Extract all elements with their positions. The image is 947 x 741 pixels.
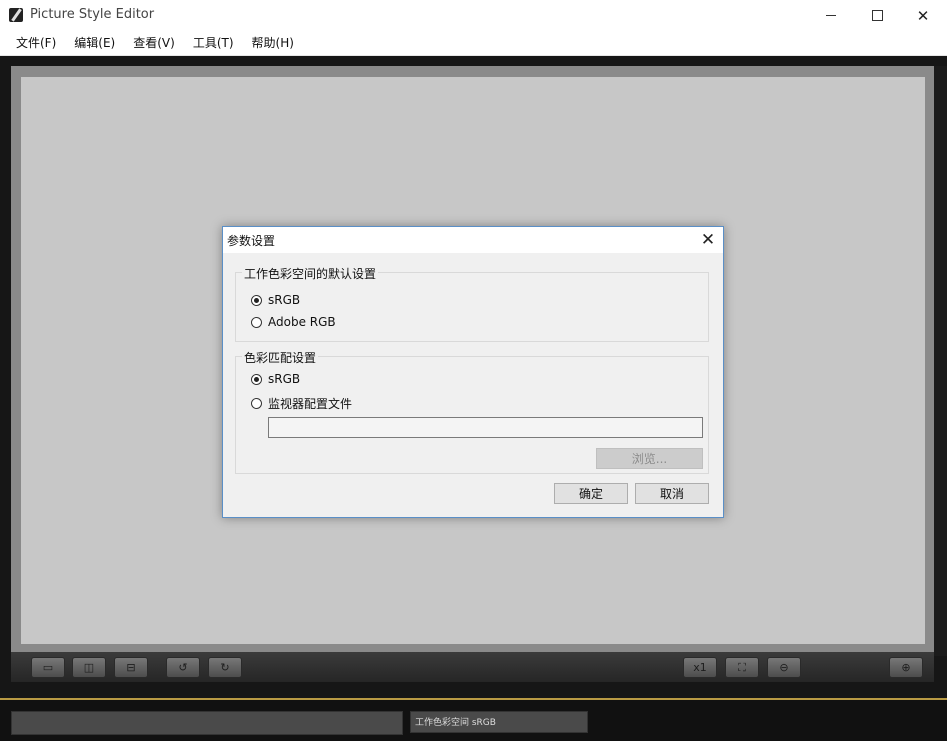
menu-help[interactable]: 帮助(H) [243,31,303,55]
rotate-right-icon: ↻ [220,661,230,674]
menu-edit[interactable]: 编辑(E) [65,31,124,55]
close-icon: ✕ [916,6,930,25]
option-label: Adobe RGB [268,315,336,329]
rotate-right-button[interactable]: ↻ [208,657,242,678]
minimize-icon [826,15,836,16]
dialog-close-button[interactable]: ✕ [697,229,719,251]
rotate-left-button[interactable]: ↺ [166,657,200,678]
radio-icon[interactable] [251,294,262,306]
title-bar: Picture Style Editor ✕ [0,0,947,31]
working-space-legend: 工作色彩空间的默认设置 [242,265,379,282]
view-split-horizontal-button[interactable]: ⊟ [114,657,148,678]
monitor-profile-path-field[interactable] [268,417,703,438]
fit-screen-icon: ⛶ [738,660,746,674]
zoom-out-icon: ⊖ [779,661,789,674]
preferences-dialog: 参数设置 ✕ 工作色彩空间的默认设置 sRGB Adobe RGB 色彩匹配设置… [222,226,724,518]
minimize-button[interactable] [808,0,854,31]
working-space-adobe-rgb-option[interactable]: Adobe RGB [251,315,336,329]
color-matching-monitor-profile-option[interactable]: 监视器配置文件 [251,395,352,412]
maximize-icon [871,10,883,21]
menu-file[interactable]: 文件(F) [7,31,65,55]
working-space-group: 工作色彩空间的默认设置 sRGB Adobe RGB [235,265,709,342]
menu-view[interactable]: 查看(V) [124,31,184,55]
radio-icon[interactable] [251,316,262,328]
view-single-icon: ▭ [42,661,54,674]
zoom-actual-icon: x1 [693,661,707,674]
view-split-vertical-button[interactable]: ◫ [72,657,106,678]
menu-bar: 文件(F) 编辑(E) 查看(V) 工具(T) 帮助(H) [0,31,947,56]
option-label: sRGB [268,372,301,386]
zoom-in-button[interactable]: ⊕ [889,657,923,678]
app-logo-icon [9,8,23,22]
view-single-button[interactable]: ▭ [31,657,65,678]
vertical-scrollbar[interactable] [934,66,947,656]
browse-button[interactable]: 浏览... [596,448,703,469]
maximize-button[interactable] [854,0,900,31]
zoom-out-button[interactable]: ⊖ [767,657,801,678]
working-space-srgb-option[interactable]: sRGB [251,293,300,307]
dialog-title: 参数设置 [227,234,276,248]
view-split-vertical-icon: ◫ [83,661,95,674]
zoom-actual-button[interactable]: x1 [683,657,717,678]
dialog-title-bar: 参数设置 ✕ [223,227,723,253]
color-matching-legend: 色彩匹配设置 [242,349,319,366]
ok-button[interactable]: 确定 [554,483,628,504]
fit-screen-button[interactable]: ⛶ [725,657,759,678]
window-title: Picture Style Editor [30,7,155,22]
radio-icon[interactable] [251,373,262,385]
option-label: sRGB [268,293,301,307]
zoom-in-icon: ⊕ [901,661,911,674]
radio-icon[interactable] [251,398,262,409]
view-toolbar: ▭ ◫ ⊟ ↺ ↻ x1 ⛶ ⊖ ⊕ [11,652,934,682]
view-split-horizontal-icon: ⊟ [126,661,136,674]
status-color-space: 工作色彩空间 sRGB [410,711,588,733]
rotate-left-icon: ↺ [178,661,188,674]
status-message-field [11,711,403,735]
close-icon: ✕ [700,230,716,250]
close-window-button[interactable]: ✕ [900,0,946,31]
cancel-button[interactable]: 取消 [635,483,709,504]
color-matching-srgb-option[interactable]: sRGB [251,372,300,386]
option-label: 监视器配置文件 [268,397,353,411]
menu-tools[interactable]: 工具(T) [184,31,243,55]
